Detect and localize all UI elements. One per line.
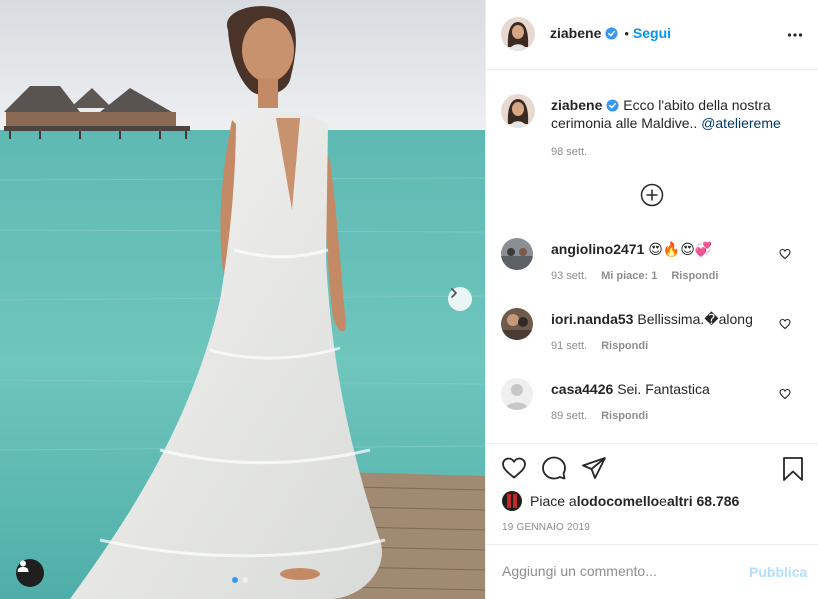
follow-separator: • bbox=[624, 25, 629, 41]
post-date: 19 GENNAIO 2019 bbox=[502, 522, 591, 533]
carousel-dot bbox=[242, 577, 248, 583]
comment-text: angiolino2471 😍🔥😍💞 bbox=[551, 241, 771, 258]
comment-text: casa4426 Sei. Fantastica bbox=[551, 381, 771, 397]
comment-username[interactable]: angiolino2471 bbox=[551, 241, 644, 257]
comment-body: 😍🔥😍💞 bbox=[648, 241, 713, 257]
next-photo-button[interactable] bbox=[448, 287, 472, 311]
comment-like-button[interactable] bbox=[779, 388, 791, 403]
comment-body: Bellissima.�along bbox=[637, 311, 753, 327]
comment-timestamp: 89 sett. bbox=[551, 410, 588, 422]
likes-middle: e bbox=[659, 493, 667, 509]
avatar-image bbox=[501, 308, 533, 340]
heart-icon bbox=[779, 388, 791, 400]
comment-timestamp: 91 sett. bbox=[551, 340, 588, 352]
avatar-image bbox=[501, 17, 535, 51]
avatar-image bbox=[502, 491, 522, 511]
heart-icon bbox=[779, 248, 791, 260]
caption-timestamp: 98 sett. bbox=[551, 146, 588, 158]
comment-like-button[interactable] bbox=[779, 248, 791, 263]
comment-likes-count[interactable]: Mi piace: 1 bbox=[601, 270, 657, 282]
plus-circle-icon bbox=[640, 183, 664, 207]
comment-timestamp: 93 sett. bbox=[551, 270, 588, 282]
comment-meta: 91 sett. Rispondi bbox=[551, 340, 648, 352]
verified-badge-icon bbox=[606, 99, 619, 112]
like-button[interactable] bbox=[501, 456, 527, 483]
save-button[interactable] bbox=[781, 456, 805, 485]
likes-others-link[interactable]: altri 68.786 bbox=[667, 493, 739, 509]
post-photo[interactable] bbox=[0, 0, 485, 599]
comment-username[interactable]: casa4426 bbox=[551, 381, 613, 397]
load-more-comments-button[interactable] bbox=[640, 183, 664, 207]
comment-text: iori.nanda53 Bellissima.�along bbox=[551, 311, 771, 328]
comment-input[interactable] bbox=[502, 563, 732, 579]
comment-button[interactable] bbox=[541, 456, 567, 483]
more-options-button[interactable] bbox=[787, 27, 803, 46]
comment-meta: 93 sett. Mi piace: 1 Rispondi bbox=[551, 270, 718, 282]
avatar bbox=[502, 491, 522, 511]
heart-icon bbox=[779, 318, 791, 330]
verified-badge-icon bbox=[605, 26, 618, 40]
comment-item: casa4426 Sei. Fantastica 89 sett. Rispon… bbox=[501, 378, 806, 436]
heart-icon bbox=[502, 457, 526, 479]
user-tag-button[interactable] bbox=[16, 559, 44, 587]
likes-user-link[interactable]: lodocomello bbox=[577, 493, 659, 509]
reply-button[interactable]: Rispondi bbox=[601, 340, 648, 352]
comment-icon bbox=[542, 456, 566, 480]
comment-item: iori.nanda53 Bellissima.�along 91 sett. … bbox=[501, 308, 806, 366]
carousel-indicator bbox=[232, 577, 248, 583]
user-tag-icon bbox=[17, 560, 29, 572]
reply-button[interactable]: Rispondi bbox=[601, 410, 648, 422]
avatar-image bbox=[501, 238, 533, 270]
post-header: ziabene • Segui bbox=[486, 0, 818, 70]
follow-button[interactable]: Segui bbox=[633, 25, 671, 41]
likes-prefix: Piace a bbox=[530, 493, 577, 509]
share-icon bbox=[582, 457, 606, 479]
avatar-image bbox=[501, 94, 535, 128]
avatar-image bbox=[501, 378, 533, 410]
add-comment-form: Pubblica bbox=[486, 544, 818, 599]
publish-button[interactable]: Pubblica bbox=[749, 564, 807, 580]
bookmark-icon bbox=[783, 457, 803, 481]
avatar[interactable] bbox=[501, 94, 535, 128]
avatar[interactable] bbox=[501, 378, 533, 410]
avatar[interactable] bbox=[501, 17, 535, 51]
avatar[interactable] bbox=[501, 238, 533, 270]
comment-meta: 89 sett. Rispondi bbox=[551, 410, 648, 422]
post-header-user: ziabene • Segui bbox=[550, 25, 671, 41]
comment-like-button[interactable] bbox=[779, 318, 791, 333]
chevron-right-icon bbox=[451, 288, 457, 298]
post-username[interactable]: ziabene bbox=[550, 25, 601, 41]
caption-text: ziabene Ecco l'abito della nostra cerimo… bbox=[551, 96, 801, 132]
share-button[interactable] bbox=[581, 456, 607, 483]
carousel-dot-active bbox=[232, 577, 238, 583]
more-options-icon bbox=[787, 33, 803, 37]
post-actions: Piace a lodocomello e altri 68.786 19 GE… bbox=[486, 443, 818, 544]
caption-username[interactable]: ziabene bbox=[551, 97, 602, 113]
comment-username[interactable]: iori.nanda53 bbox=[551, 311, 633, 327]
avatar[interactable] bbox=[501, 308, 533, 340]
likes-summary[interactable]: Piace a lodocomello e altri 68.786 bbox=[502, 491, 739, 511]
post-details-panel: ziabene • Segui ziabene Ecco l'abito del… bbox=[485, 0, 818, 599]
reply-button[interactable]: Rispondi bbox=[671, 270, 718, 282]
post-image bbox=[0, 0, 485, 599]
caption-mention-link[interactable]: @ateliereme bbox=[701, 115, 781, 131]
comment-body: Sei. Fantastica bbox=[617, 381, 710, 397]
comment-item: angiolino2471 😍🔥😍💞 93 sett. Mi piace: 1 … bbox=[501, 238, 806, 296]
